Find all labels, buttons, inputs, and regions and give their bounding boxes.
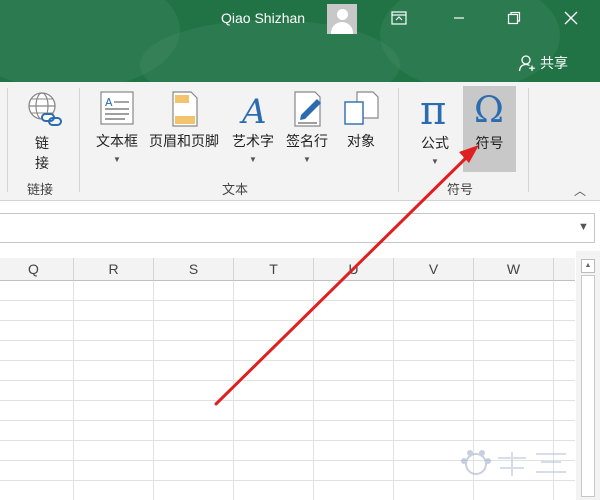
group-separator xyxy=(528,88,529,192)
svg-text:A: A xyxy=(105,96,113,109)
chevron-down-icon: ▼ xyxy=(303,155,311,164)
object-label: 对象 xyxy=(347,133,375,149)
column-header-w[interactable]: W xyxy=(474,258,554,281)
column-header-t[interactable]: T xyxy=(234,258,314,281)
svg-text:A: A xyxy=(239,92,267,128)
avatar[interactable] xyxy=(327,4,357,34)
column-header-q[interactable]: Q xyxy=(0,258,74,281)
link-label-line1: 链 xyxy=(35,135,49,151)
textbox-icon: A xyxy=(100,91,134,125)
svg-text:Ω: Ω xyxy=(474,90,504,130)
group-label-text: 文本 xyxy=(222,182,249,197)
symbol-button[interactable]: Ω 符号 xyxy=(463,86,516,172)
group-separator xyxy=(79,88,80,192)
ribbon-display-options-button[interactable] xyxy=(376,0,422,36)
wordart-button[interactable]: A 艺术字 ▼ xyxy=(228,90,278,164)
chevron-down-icon: ▼ xyxy=(431,157,439,166)
title-bar: Qiao Shizhan 共享 xyxy=(0,0,600,82)
column-header-u[interactable]: U xyxy=(314,258,394,281)
ribbon-insert-tab: 链 接 链接 A 文本框 ▼ 页眉和页脚 A 艺术字 ▼ 签名行 ▼ 对象 文本… xyxy=(0,82,600,201)
collapse-ribbon-icon[interactable]: ︿ xyxy=(574,182,586,199)
header-footer-label: 页眉和页脚 xyxy=(149,133,219,149)
group-label-links: 链接 xyxy=(27,182,54,197)
column-header-partial[interactable] xyxy=(554,258,575,281)
signature-line-button[interactable]: 签名行 ▼ xyxy=(282,90,332,164)
wordart-icon: A xyxy=(239,92,267,132)
chevron-down-icon: ▼ xyxy=(249,155,257,164)
share-label: 共享 xyxy=(540,55,568,71)
chevron-down-icon: ▼ xyxy=(113,155,121,164)
account-name[interactable]: Qiao Shizhan xyxy=(221,10,305,26)
close-button[interactable] xyxy=(548,0,594,36)
share-button[interactable]: 共享 xyxy=(518,53,568,73)
group-separator xyxy=(7,88,8,192)
restore-button[interactable] xyxy=(491,0,537,36)
textbox-label: 文本框 xyxy=(96,133,138,149)
column-header-v[interactable]: V xyxy=(394,258,474,281)
header-footer-icon xyxy=(172,91,198,127)
symbol-label: 符号 xyxy=(475,135,504,151)
object-icon xyxy=(344,91,379,125)
group-separator xyxy=(398,88,399,192)
svg-text:π: π xyxy=(420,88,446,130)
expand-formula-bar-icon[interactable]: ▼ xyxy=(578,221,589,233)
signature-line-label: 签名行 xyxy=(286,133,328,149)
textbox-button[interactable]: A 文本框 ▼ xyxy=(91,90,143,164)
signature-line-icon xyxy=(294,91,321,127)
minimize-icon xyxy=(454,17,464,19)
ribbon-display-icon xyxy=(391,11,407,25)
header-footer-button[interactable]: 页眉和页脚 xyxy=(144,90,224,151)
scrollbar-thumb[interactable] xyxy=(581,275,595,497)
equation-label: 公式 xyxy=(421,135,449,151)
avatar-head xyxy=(337,9,348,20)
close-icon xyxy=(564,11,578,25)
person-icon xyxy=(518,55,535,72)
scroll-up-icon[interactable]: ▲ xyxy=(581,259,595,273)
formula-bar: ▼ xyxy=(0,201,600,251)
omega-icon: Ω xyxy=(474,90,504,131)
avatar-body xyxy=(331,22,353,34)
vertical-scrollbar[interactable]: ▲ xyxy=(576,251,600,500)
pi-icon: π xyxy=(420,88,446,134)
wordart-label: 艺术字 xyxy=(232,133,274,149)
link-button[interactable]: 链 接 xyxy=(20,90,64,173)
formula-input[interactable] xyxy=(0,213,595,243)
object-button[interactable]: 对象 xyxy=(338,90,384,151)
column-header-r[interactable]: R xyxy=(74,258,154,281)
baidu-jingyan-watermark xyxy=(461,450,566,476)
equation-button[interactable]: π 公式 ▼ xyxy=(412,88,458,166)
link-icon xyxy=(28,92,62,126)
minimize-button[interactable] xyxy=(436,0,482,36)
group-label-symbols: 符号 xyxy=(447,182,474,197)
link-label-line2: 接 xyxy=(35,155,49,171)
column-header-s[interactable]: S xyxy=(154,258,234,281)
restore-icon xyxy=(507,11,521,25)
